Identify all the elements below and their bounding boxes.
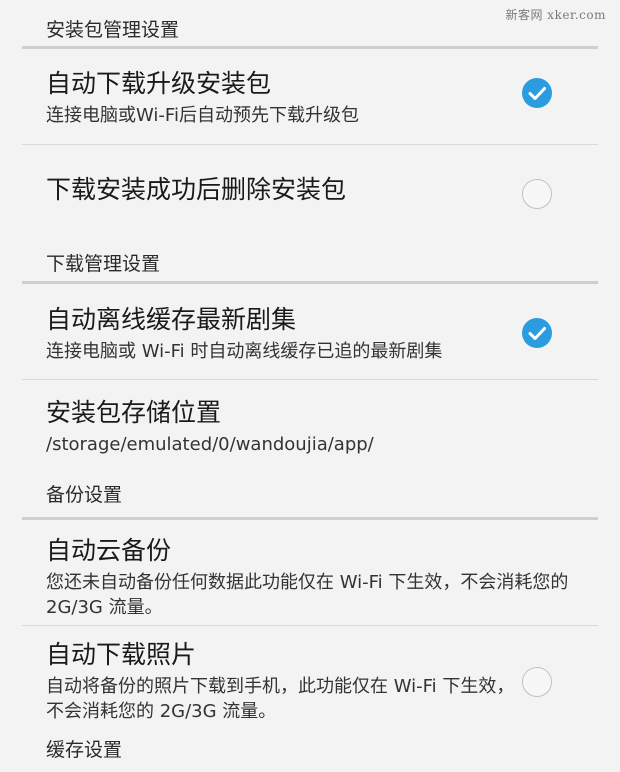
section-header-download: 下载管理设置 [22,243,598,284]
setting-summary: 您还未自动备份任何数据此功能仅在 Wi-Fi 下生效，不会消耗您的 2G/3G … [46,572,569,618]
empty-circle-icon[interactable] [522,666,552,697]
check-circle-icon[interactable] [522,77,552,108]
setting-title: 下载安装成功后删除安装包 [46,175,347,204]
check-circle-icon[interactable] [522,317,552,348]
setting-auto-download-photos[interactable]: 自动下载照片 自动将备份的照片下载到手机，此功能仅在 Wi-Fi 下生效，不会消… [22,626,598,731]
section-header-backup: 备份设置 [22,478,598,520]
setting-cloud-backup[interactable]: 自动云备份 您还未自动备份任何数据此功能仅在 Wi-Fi 下生效，不会消耗您的 … [22,520,598,626]
setting-offline-cache[interactable]: 自动离线缓存最新剧集 连接电脑或 Wi-Fi 时自动离线缓存已追的最新剧集 [22,284,598,380]
setting-storage-location[interactable]: 安装包存储位置 /storage/emulated/0/wandoujia/ap… [22,380,598,478]
setting-title: 自动下载升级安装包 [46,69,272,98]
settings-list: 安装包管理设置 自动下载升级安装包 连接电脑或Wi-Fi后自动预先下载升级包 下… [22,0,598,771]
storage-path: /storage/emulated/0/wandoujia/app/ [46,434,374,455]
setting-summary: 连接电脑或Wi-Fi后自动预先下载升级包 [46,105,359,126]
section-header-install: 安装包管理设置 [22,0,598,49]
setting-title: 自动离线缓存最新剧集 [46,305,297,334]
setting-title: 自动云备份 [46,536,172,565]
setting-delete-after-install[interactable]: 下载安装成功后删除安装包 [22,145,598,243]
setting-summary: 自动将备份的照片下载到手机，此功能仅在 Wi-Fi 下生效，不会消耗您的 2G/… [46,676,515,722]
empty-circle-icon[interactable] [522,179,552,209]
section-header-cache: 缓存设置 [46,739,123,761]
setting-auto-download-upgrade[interactable]: 自动下载升级安装包 连接电脑或Wi-Fi后自动预先下载升级包 [22,49,598,145]
setting-title: 安装包存储位置 [46,398,222,427]
setting-title: 自动下载照片 [46,640,197,669]
setting-summary: 连接电脑或 Wi-Fi 时自动离线缓存已追的最新剧集 [46,341,443,362]
